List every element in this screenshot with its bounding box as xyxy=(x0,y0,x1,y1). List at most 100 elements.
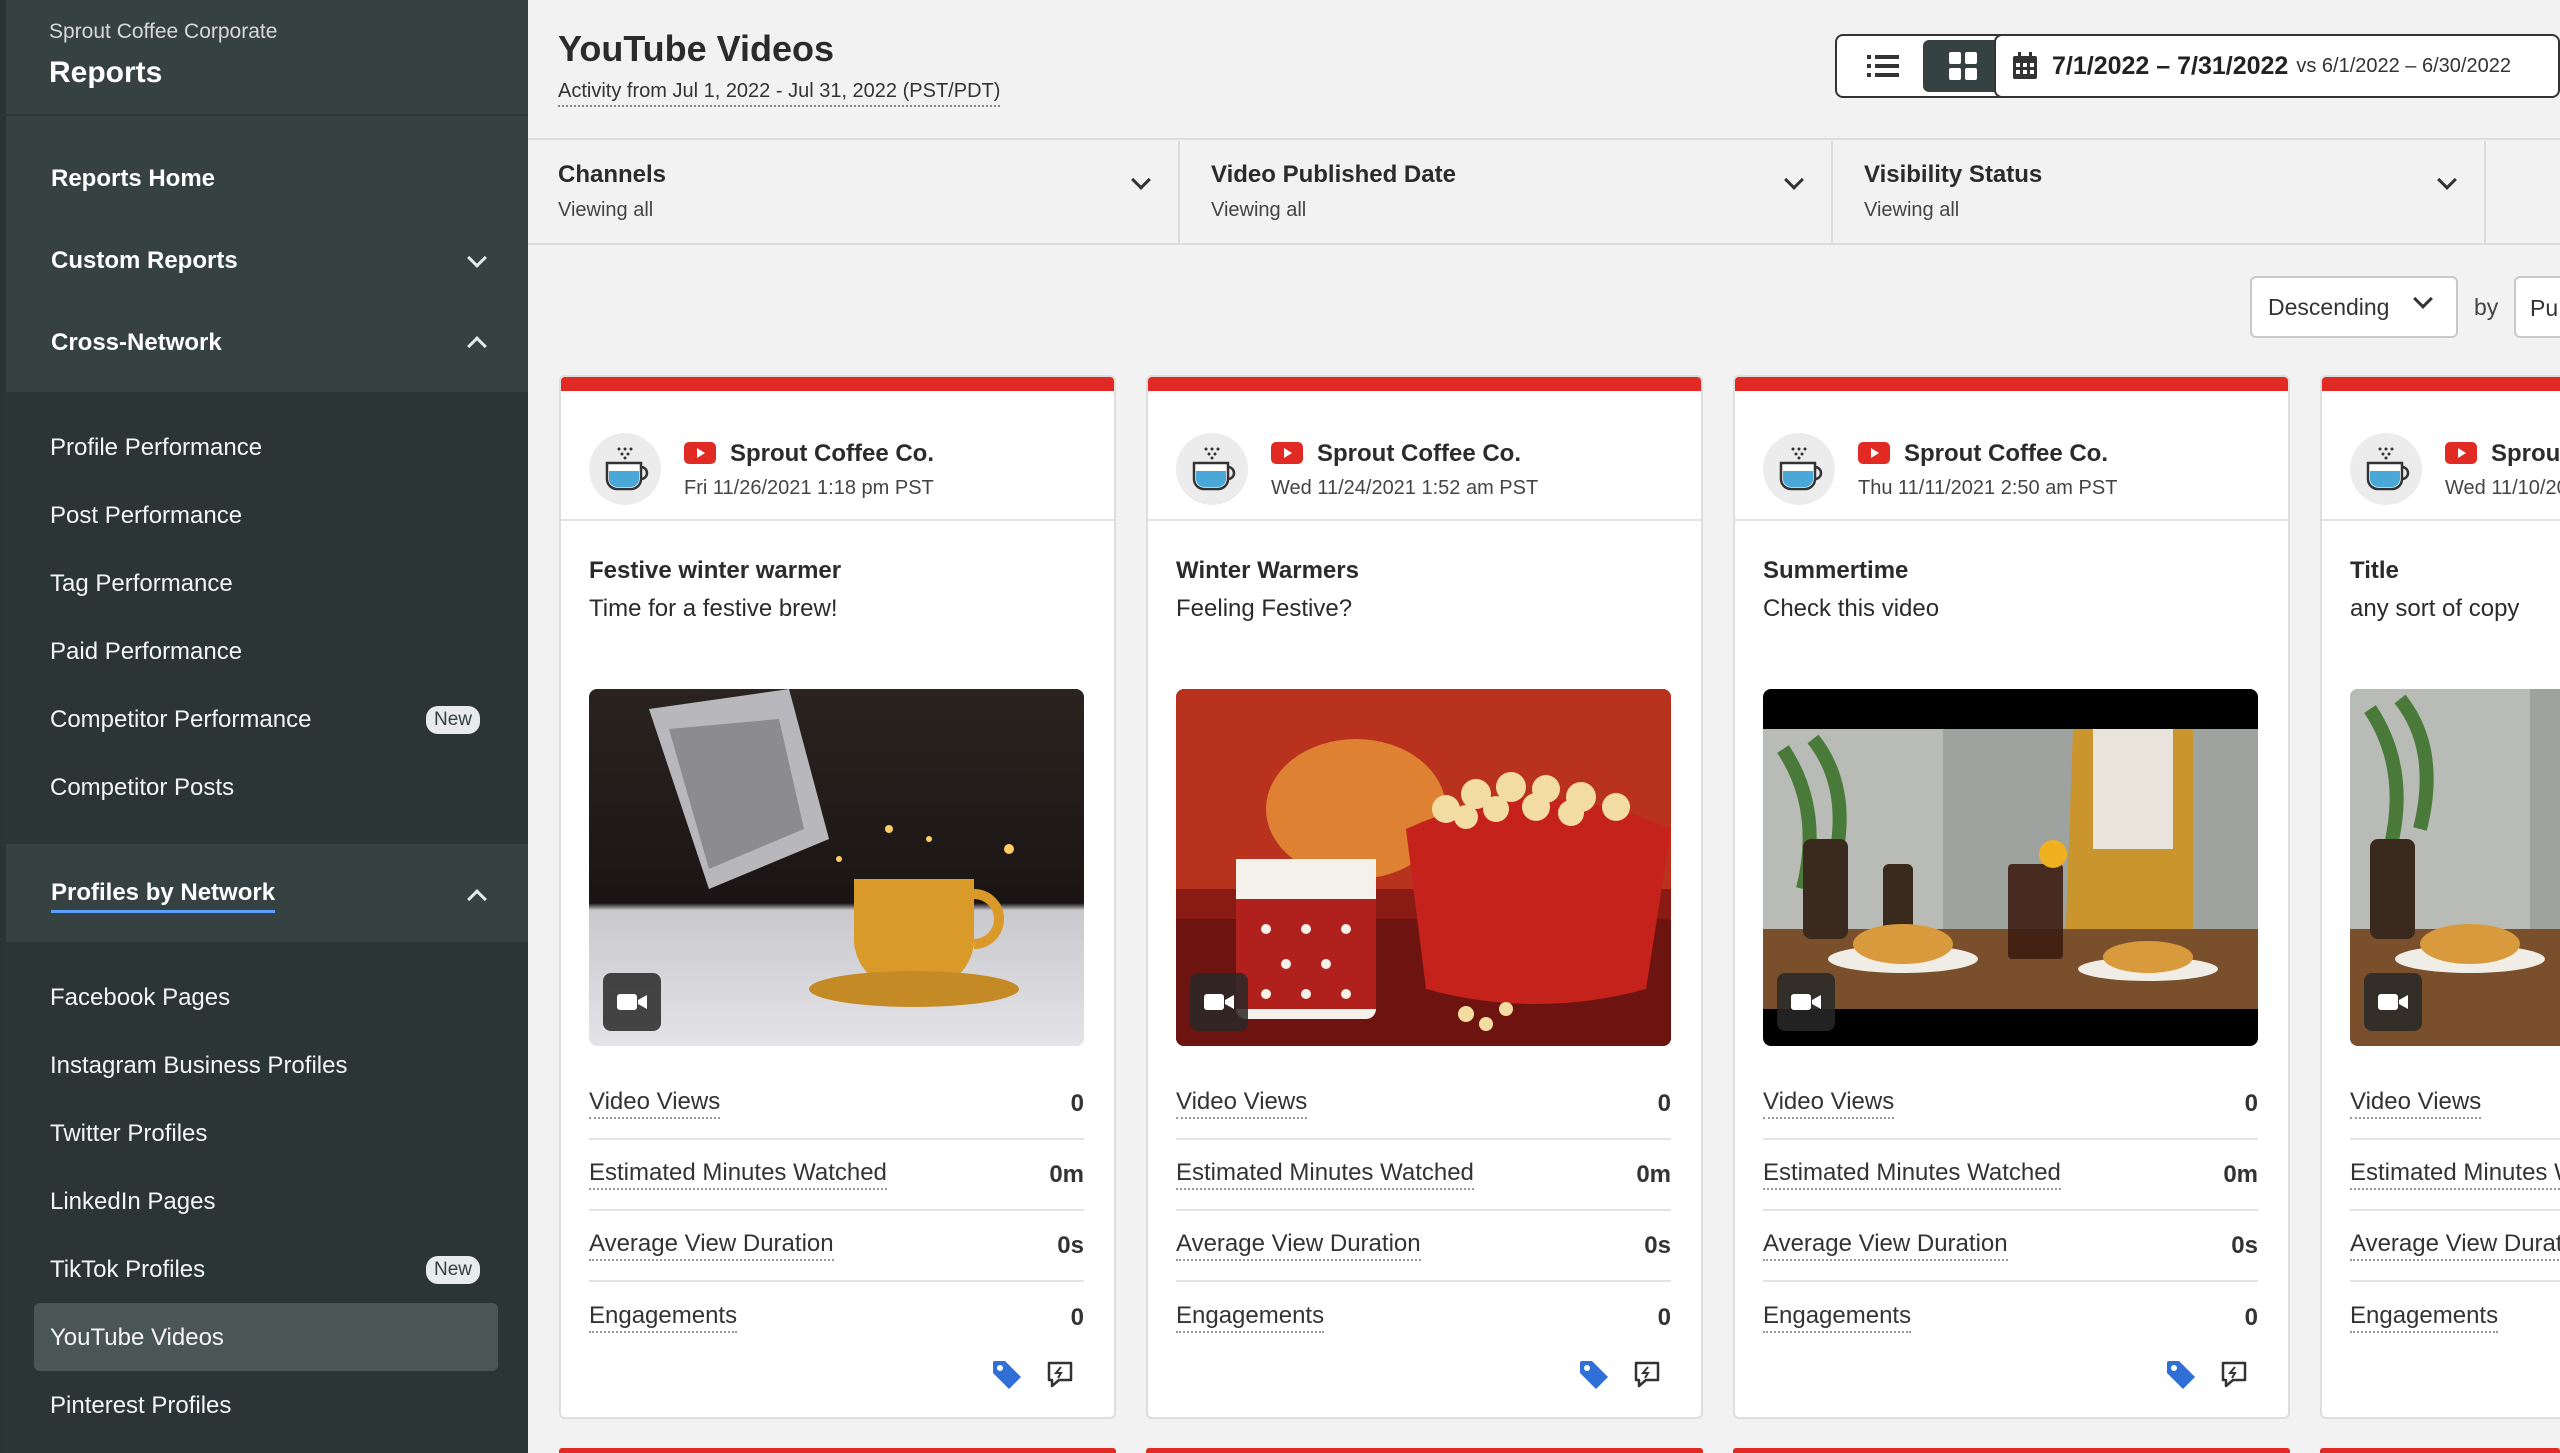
metric-label[interactable]: Average View Duration xyxy=(1176,1230,1421,1261)
coffee-cup-icon xyxy=(2366,447,2410,491)
nav-cross-network[interactable]: Cross-Network xyxy=(6,302,528,384)
chevron-down-icon xyxy=(2437,170,2457,190)
metric-label[interactable]: Estimated Minutes Watched xyxy=(2350,1159,2560,1190)
metric-label[interactable]: Estimated Minutes Watched xyxy=(1763,1159,2061,1190)
sidebar-item-tiktok-profiles[interactable]: TikTok Profiles xyxy=(50,1256,205,1284)
metric-video-views: Video Views 0 xyxy=(1763,1069,2258,1140)
metric-estimated-minutes: Estimated Minutes Watched 0m xyxy=(1763,1140,2258,1211)
metric-label[interactable]: Video Views xyxy=(2350,1088,2482,1119)
sidebar-item-label: LinkedIn Pages xyxy=(50,1188,216,1215)
metric-value: 0 xyxy=(2244,1089,2258,1117)
tag-icon[interactable] xyxy=(991,1359,1023,1391)
video-camera-icon xyxy=(603,973,661,1031)
nav-custom-reports[interactable]: Custom Reports xyxy=(6,220,528,302)
next-card-accent xyxy=(2320,1448,2560,1453)
reply-icon[interactable] xyxy=(2219,1359,2249,1389)
card-actions xyxy=(1578,1359,1662,1391)
card-copy: Check this video xyxy=(1763,595,1940,622)
metric-label[interactable]: Video Views xyxy=(1176,1088,1308,1119)
metric-label[interactable]: Average View Duration xyxy=(589,1230,834,1261)
video-card[interactable]: Sprout Coffee Co. Wed 11/10/2021 Title a… xyxy=(2320,375,2560,1419)
card-header: Sprout Coffee Co. Fri 11/26/2021 1:18 pm… xyxy=(561,391,1114,521)
metric-label[interactable]: Average View Duration xyxy=(2350,1230,2560,1261)
calendar-icon xyxy=(2013,52,2037,79)
video-thumbnail[interactable] xyxy=(1176,689,1671,1046)
tag-icon[interactable] xyxy=(1578,1359,1610,1391)
list-view-button[interactable] xyxy=(1843,40,1923,92)
nav-profiles-by-network-label: Profiles by Network xyxy=(51,879,276,913)
metric-video-views: Video Views xyxy=(2350,1069,2560,1140)
metric-label[interactable]: Estimated Minutes Watched xyxy=(1176,1159,1474,1190)
next-card-accent xyxy=(1146,1448,1703,1453)
sidebar-item-linkedin-pages[interactable]: LinkedIn Pages xyxy=(50,1188,215,1216)
filter-visibility-status[interactable]: Visibility Status Viewing all xyxy=(1834,141,2486,245)
card-title: Festive winter warmer xyxy=(589,557,842,584)
metric-average-view-duration: Average View Duration 0s xyxy=(589,1211,1084,1282)
chevron-down-icon xyxy=(1131,170,1151,190)
reply-icon[interactable] xyxy=(1045,1359,1075,1389)
metric-label[interactable]: Engagements xyxy=(1176,1302,1325,1333)
sidebar-item-label: Twitter Profiles xyxy=(50,1120,208,1147)
metric-value: 0s xyxy=(1057,1231,1084,1259)
youtube-icon xyxy=(2445,442,2477,464)
video-card[interactable]: Sprout Coffee Co. Fri 11/26/2021 1:18 pm… xyxy=(559,375,1116,1419)
video-card[interactable]: Sprout Coffee Co. Thu 11/11/2021 2:50 am… xyxy=(1733,375,2290,1419)
nav-reports-home[interactable]: Reports Home xyxy=(6,138,528,220)
sidebar-item-label: Instagram Business Profiles xyxy=(50,1052,348,1079)
sidebar-item-label: YouTube Videos xyxy=(50,1324,224,1351)
sidebar-item-post-performance[interactable]: Post Performance xyxy=(50,502,242,530)
video-camera-icon xyxy=(1777,973,1835,1031)
sidebar-item-label: Pinterest Profiles xyxy=(50,1392,232,1419)
tag-icon[interactable] xyxy=(2165,1359,2197,1391)
video-card[interactable]: Sprout Coffee Co. Wed 11/24/2021 1:52 am… xyxy=(1146,375,1703,1419)
metric-engagements: Engagements xyxy=(2350,1282,2560,1353)
sidebar-item-instagram-business-profiles[interactable]: Instagram Business Profiles xyxy=(50,1052,347,1080)
sidebar: Sprout Coffee Corporate Reports Reports … xyxy=(0,0,528,1453)
sidebar-item-paid-performance[interactable]: Paid Performance xyxy=(50,638,242,666)
avatar xyxy=(1763,433,1835,505)
filter-label: Video Published Date xyxy=(1211,161,1456,188)
avatar xyxy=(2350,433,2422,505)
metric-label[interactable]: Estimated Minutes Watched xyxy=(589,1159,887,1190)
sidebar-item-twitter-profiles[interactable]: Twitter Profiles xyxy=(50,1120,207,1148)
filter-channels[interactable]: Channels Viewing all xyxy=(528,141,1180,245)
video-thumbnail[interactable] xyxy=(1763,689,2258,1046)
sidebar-item-facebook-pages[interactable]: Facebook Pages xyxy=(50,984,230,1012)
sort-order-dropdown[interactable]: Descending xyxy=(2250,276,2458,338)
sidebar-item-profile-performance[interactable]: Profile Performance xyxy=(50,434,262,462)
card-header: Sprout Coffee Co. Wed 11/24/2021 1:52 am… xyxy=(1148,391,1701,521)
metric-label[interactable]: Engagements xyxy=(2350,1302,2499,1333)
sidebar-item-tag-performance[interactable]: Tag Performance xyxy=(50,570,233,598)
metric-label[interactable]: Video Views xyxy=(589,1088,721,1119)
video-thumbnail[interactable] xyxy=(2350,689,2560,1046)
reply-icon[interactable] xyxy=(1632,1359,1662,1389)
youtube-icon xyxy=(1271,442,1303,464)
metric-label[interactable]: Average View Duration xyxy=(1763,1230,2008,1261)
metric-label[interactable]: Video Views xyxy=(1763,1088,1895,1119)
filter-video-published-date[interactable]: Video Published Date Viewing all xyxy=(1181,141,1833,245)
sidebar-item-label: Paid Performance xyxy=(50,638,243,665)
card-header: Sprout Coffee Co. Thu 11/11/2021 2:50 am… xyxy=(1735,391,2288,521)
date-range-button[interactable]: 7/1/2022 – 7/31/2022 vs 6/1/2022 – 6/30/… xyxy=(1994,34,2560,98)
thumbnail-image xyxy=(1763,689,2258,1046)
next-card-accent xyxy=(559,1448,1116,1453)
sidebar-item-competitor-performance[interactable]: Competitor Performance xyxy=(50,706,311,734)
thumbnail-image xyxy=(589,689,1084,1046)
nav-profiles-by-network[interactable]: Profiles by Network xyxy=(6,852,528,940)
grid-view-button[interactable] xyxy=(1923,40,2003,92)
sidebar-item-youtube-videos[interactable]: YouTube Videos xyxy=(50,1324,224,1352)
video-thumbnail[interactable] xyxy=(589,689,1084,1046)
metric-estimated-minutes: Estimated Minutes Watched 0m xyxy=(1176,1140,1671,1211)
sidebar-item-pinterest-profiles[interactable]: Pinterest Profiles xyxy=(50,1392,231,1420)
metric-label[interactable]: Engagements xyxy=(1763,1302,1912,1333)
org-name: Sprout Coffee Corporate xyxy=(49,20,278,43)
youtube-icon xyxy=(684,442,716,464)
card-profile-name: Sprout Coffee Co. xyxy=(2491,440,2560,467)
metric-label[interactable]: Engagements xyxy=(589,1302,738,1333)
metric-value: 0 xyxy=(1070,1089,1084,1117)
card-header: Sprout Coffee Co. Wed 11/10/2021 xyxy=(2322,391,2560,521)
metric-value: 0m xyxy=(2223,1160,2258,1188)
sidebar-item-competitor-posts[interactable]: Competitor Posts xyxy=(50,774,234,802)
metric-value: 0 xyxy=(1657,1303,1671,1331)
sort-field-dropdown[interactable]: Pu xyxy=(2514,276,2560,338)
